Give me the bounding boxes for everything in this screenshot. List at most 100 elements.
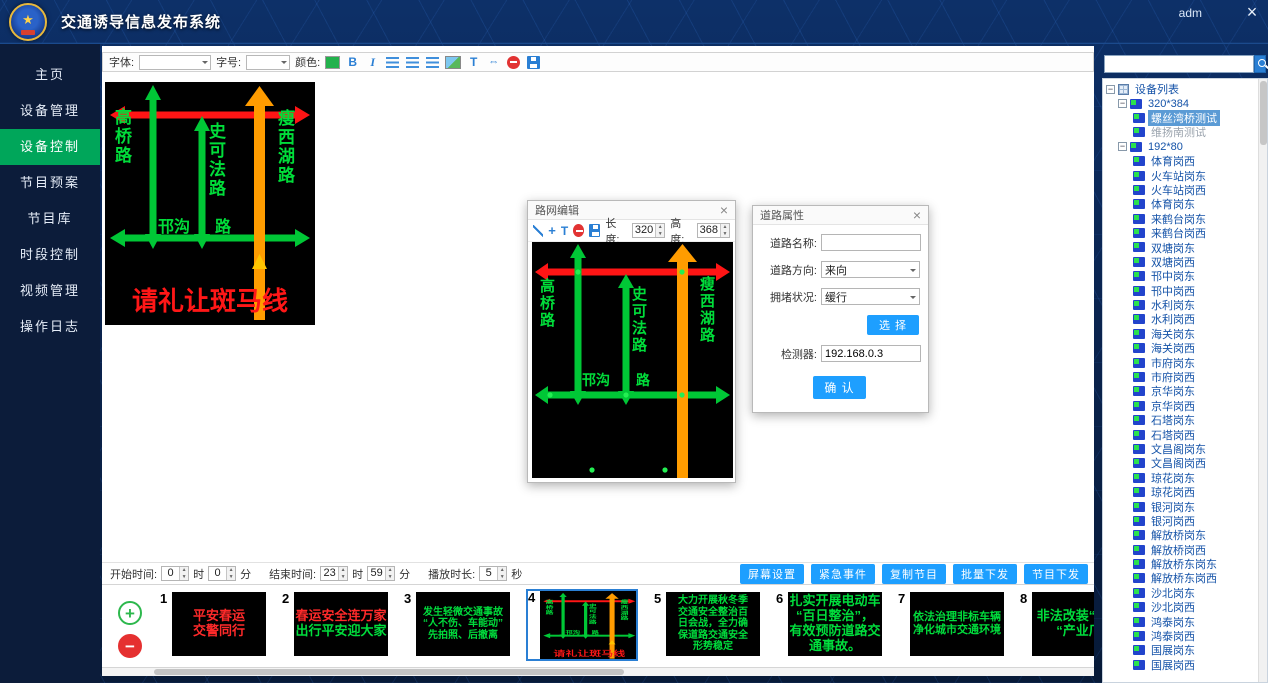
scrollbar-thumb[interactable] <box>154 669 624 675</box>
font-select[interactable] <box>139 55 211 70</box>
tree-device[interactable]: 来鹤台岗西 <box>1106 226 1256 240</box>
congestion-select[interactable]: 缓行 <box>821 288 920 305</box>
close-icon[interactable]: × <box>913 208 921 222</box>
add-node-icon[interactable]: + <box>548 223 556 238</box>
tree-device[interactable]: 石塔岗西 <box>1106 427 1256 441</box>
end-hour-input[interactable]: 23 ▲▼ <box>320 566 348 581</box>
sidebar-item[interactable]: 操作日志 <box>0 309 100 345</box>
playlist-item[interactable]: 5大力开展秋冬季交通安全整治百日会战，全力确保道路交通安全形势稳定 <box>654 592 760 656</box>
text-tool-button[interactable]: T <box>466 55 481 70</box>
text-tool-icon[interactable]: T <box>561 224 568 238</box>
align-left-icon[interactable] <box>386 57 399 68</box>
tree-device[interactable]: 京华岗西 <box>1106 399 1256 413</box>
length-input[interactable]: 320 ▲▼ <box>632 223 665 238</box>
tree-device[interactable]: 海关岗西 <box>1106 341 1256 355</box>
action-button[interactable]: 紧急事件 <box>811 564 875 584</box>
action-button[interactable]: 批量下发 <box>953 564 1017 584</box>
color-swatch[interactable] <box>325 56 340 69</box>
spin-down-icon[interactable]: ▼ <box>498 574 506 581</box>
tree-device[interactable]: 市府岗西 <box>1106 370 1256 384</box>
sidebar-item[interactable]: 设备控制 <box>0 129 100 165</box>
collapse-icon[interactable]: − <box>1118 99 1127 108</box>
tree-device[interactable]: 文昌阁岗东 <box>1106 442 1256 456</box>
tree-root[interactable]: −设备列表 <box>1106 82 1256 96</box>
tree-device[interactable]: 水利岗西 <box>1106 312 1256 326</box>
height-input[interactable]: 368 ▲▼ <box>697 223 730 238</box>
spin-down-icon[interactable]: ▼ <box>339 574 347 581</box>
font-size-select[interactable] <box>246 55 290 70</box>
road-network-canvas[interactable]: 高桥路 史可法路 瘦西湖路 邗沟 路 <box>532 242 733 478</box>
playlist-item[interactable]: 7依法治理非标车辆净化城市交通环境 <box>898 592 1004 656</box>
device-search-input[interactable] <box>1104 55 1254 73</box>
align-right-icon[interactable] <box>426 57 439 68</box>
tree-device[interactable]: 体育岗西 <box>1106 154 1256 168</box>
add-program-button[interactable]: + <box>118 601 142 625</box>
tree-device[interactable]: 海关岗东 <box>1106 327 1256 341</box>
tree-device[interactable]: 银河岗东 <box>1106 499 1256 513</box>
spin-down-icon[interactable]: ▼ <box>227 574 235 581</box>
tree-scrollbar[interactable] <box>1258 79 1267 682</box>
tree-device[interactable]: 鸿泰岗西 <box>1106 629 1256 643</box>
spin-down-icon[interactable]: ▼ <box>180 574 188 581</box>
playlist-item[interactable]: 3发生轻微交通事故“人不伤、车能动”先拍照、后撤离 <box>404 592 510 656</box>
collapse-icon[interactable]: − <box>1118 142 1127 151</box>
bold-button[interactable]: B <box>345 55 360 70</box>
playlist-scrollbar[interactable] <box>102 668 1094 676</box>
user-name[interactable]: adm <box>1179 6 1202 20</box>
tree-device[interactable]: 琼花岗西 <box>1106 485 1256 499</box>
tree-group[interactable]: −320*384 <box>1106 96 1256 110</box>
italic-button[interactable]: I <box>365 55 380 70</box>
fit-width-icon[interactable]: ⇔ <box>486 55 501 70</box>
action-button[interactable]: 节目下发 <box>1024 564 1088 584</box>
sidebar-item[interactable]: 设备管理 <box>0 93 100 129</box>
sidebar-item[interactable]: 时段控制 <box>0 237 100 273</box>
tree-device[interactable]: 银河岗西 <box>1106 514 1256 528</box>
end-minute-input[interactable]: 59 ▲▼ <box>367 566 395 581</box>
tree-device[interactable]: 邗中岗东 <box>1106 269 1256 283</box>
tree-device[interactable]: 维扬南测试 <box>1106 125 1256 139</box>
duration-input[interactable]: 5 ▲▼ <box>479 566 507 581</box>
confirm-button[interactable]: 确 认 <box>813 376 865 399</box>
close-icon[interactable]: × <box>1242 2 1262 23</box>
draw-line-icon[interactable] <box>533 225 543 237</box>
sidebar-item[interactable]: 节目预案 <box>0 165 100 201</box>
playlist-item[interactable]: 2春运安全连万家出行平安迎大家 <box>282 592 388 656</box>
tree-device[interactable]: 双塘岗东 <box>1106 240 1256 254</box>
tree-device[interactable]: 螺丝湾桥测试 <box>1106 111 1256 125</box>
close-icon[interactable]: × <box>720 203 728 217</box>
tree-device[interactable]: 文昌阁岗西 <box>1106 456 1256 470</box>
start-minute-input[interactable]: 0 ▲▼ <box>208 566 236 581</box>
search-button[interactable] <box>1254 55 1266 73</box>
scrollbar-thumb[interactable] <box>1260 81 1267 145</box>
align-center-icon[interactable] <box>406 57 419 68</box>
spin-down-icon[interactable]: ▼ <box>386 574 394 581</box>
tree-device[interactable]: 火车站岗东 <box>1106 168 1256 182</box>
save-icon[interactable] <box>589 224 600 237</box>
sidebar-item[interactable]: 视频管理 <box>0 273 100 309</box>
tree-device[interactable]: 国展岗东 <box>1106 643 1256 657</box>
tree-device[interactable]: 解放桥岗西 <box>1106 543 1256 557</box>
tree-device[interactable]: 解放桥东岗东 <box>1106 557 1256 571</box>
spin-down-icon[interactable]: ▼ <box>656 231 664 238</box>
action-button[interactable]: 复制节目 <box>882 564 946 584</box>
detector-input[interactable] <box>821 345 921 362</box>
tree-device[interactable]: 解放桥岗东 <box>1106 528 1256 542</box>
road-name-input[interactable] <box>821 234 921 251</box>
delete-icon[interactable] <box>573 224 584 237</box>
playlist-item[interactable]: 1平安春运交警同行 <box>160 592 266 656</box>
sidebar-item[interactable]: 节目库 <box>0 201 100 237</box>
tree-device[interactable]: 市府岗东 <box>1106 355 1256 369</box>
tree-device[interactable]: 鸿泰岗东 <box>1106 614 1256 628</box>
playlist-item[interactable]: 6扎实开展电动车“百日整治”，有效预防道路交通事故。 <box>776 592 882 656</box>
tree-device[interactable]: 来鹤台岗东 <box>1106 212 1256 226</box>
action-button[interactable]: 屏幕设置 <box>740 564 804 584</box>
image-icon[interactable] <box>445 56 461 69</box>
tree-device[interactable]: 京华岗东 <box>1106 384 1256 398</box>
select-detector-button[interactable]: 选 择 <box>867 315 919 335</box>
collapse-icon[interactable]: − <box>1106 85 1115 94</box>
tree-device[interactable]: 石塔岗东 <box>1106 413 1256 427</box>
tree-device[interactable]: 琼花岗东 <box>1106 471 1256 485</box>
start-hour-input[interactable]: 0 ▲▼ <box>161 566 189 581</box>
tree-device[interactable]: 水利岗东 <box>1106 298 1256 312</box>
road-direction-select[interactable]: 来向 <box>821 261 920 278</box>
